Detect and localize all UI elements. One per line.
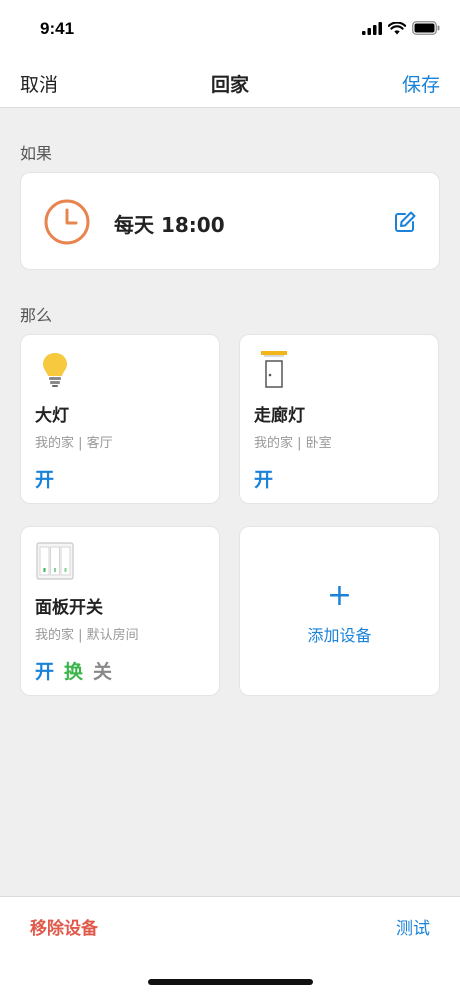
action-on[interactable]: 开	[35, 657, 54, 684]
device-name: 面板开关	[35, 598, 103, 618]
add-device-button[interactable]: + 添加设备	[239, 526, 440, 696]
trigger-card[interactable]: 每天 18:00	[20, 172, 440, 270]
nav-bar: 取消 回家 保存	[0, 58, 460, 108]
add-device-label: 添加设备	[307, 626, 372, 645]
light-bulb-icon	[43, 353, 67, 387]
device-location: 我的家 | 客厅	[35, 436, 113, 451]
status-bar: 9:41	[0, 0, 460, 58]
device-location: 我的家 | 默认房间	[35, 628, 139, 643]
hallway-light-icon	[261, 351, 287, 388]
device-name: 走廊灯	[254, 406, 305, 426]
status-icons	[362, 20, 440, 36]
trigger-time-text: 每天 18:00	[114, 213, 225, 237]
bottom-bar: 移除设备 测试	[0, 896, 460, 996]
action-toggle[interactable]: 换	[64, 657, 83, 684]
device-actions: 开	[35, 465, 54, 492]
device-name: 大灯	[35, 406, 69, 426]
device-location: 我的家 | 卧室	[254, 436, 332, 451]
remove-device-button[interactable]: 移除设备	[30, 914, 98, 939]
clock-icon	[44, 199, 90, 245]
action-off[interactable]: 关	[93, 657, 112, 684]
battery-icon	[412, 21, 440, 35]
edit-icon[interactable]	[393, 210, 417, 234]
home-indicator	[148, 979, 313, 985]
test-button[interactable]: 测试	[396, 914, 430, 939]
device-card-main-light[interactable]: 大灯 我的家 | 客厅 开	[20, 334, 220, 504]
device-actions: 开	[254, 465, 273, 492]
status-time: 9:41	[40, 19, 75, 38]
plus-icon: +	[326, 578, 353, 613]
device-card-hallway-light[interactable]: 走廊灯 我的家 | 卧室 开	[239, 334, 439, 504]
then-section-label: 那么	[20, 306, 53, 325]
device-actions: 开 换 关	[35, 657, 112, 684]
signal-icon	[362, 21, 382, 35]
page-title: 回家	[210, 74, 249, 96]
panel-switch-icon	[36, 542, 74, 580]
device-card-panel-switch[interactable]: 面板开关 我的家 | 默认房间 开 换 关	[20, 526, 220, 696]
action-on[interactable]: 开	[35, 465, 54, 492]
wifi-icon	[388, 21, 406, 34]
if-section-label: 如果	[20, 144, 53, 163]
save-button[interactable]: 保存	[402, 70, 440, 97]
action-on[interactable]: 开	[254, 465, 273, 492]
